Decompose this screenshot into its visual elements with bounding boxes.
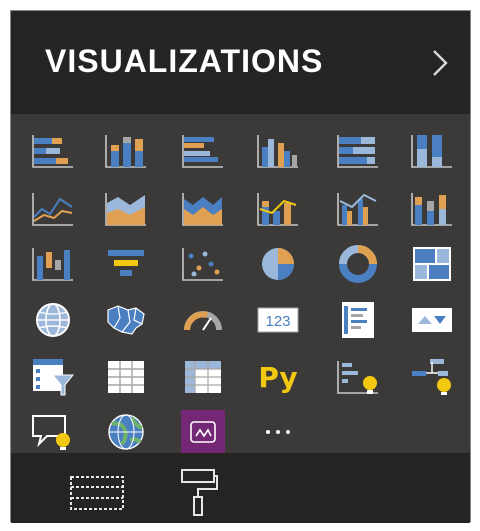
clustered-column-chart-icon[interactable]	[254, 129, 302, 173]
funnel-icon[interactable]	[102, 242, 150, 286]
card-icon[interactable]: 123	[254, 298, 302, 342]
map-icon[interactable]	[29, 298, 77, 342]
stacked-bar-chart-icon[interactable]	[29, 129, 77, 173]
arcgis-map-icon[interactable]	[102, 410, 150, 454]
table-icon[interactable]	[102, 355, 150, 399]
gauge-icon[interactable]	[179, 298, 227, 342]
chevron-right-icon[interactable]	[426, 45, 454, 81]
slicer-icon[interactable]	[29, 355, 77, 399]
pane-header: VISUALIZATIONS	[11, 11, 470, 113]
python-visual-icon[interactable]: Py	[254, 355, 302, 399]
donut-chart-icon[interactable]	[334, 242, 382, 286]
visual-gallery: 123 Py	[11, 114, 470, 454]
pie-chart-icon[interactable]	[254, 242, 302, 286]
matrix-icon[interactable]	[179, 355, 227, 399]
line-and-stacked-column-chart-icon[interactable]	[254, 187, 302, 231]
svg-text:123: 123	[265, 313, 290, 330]
scatter-chart-icon[interactable]	[179, 242, 227, 286]
clustered-bar-chart-icon[interactable]	[179, 129, 227, 173]
100-percent-stacked-column-chart-icon[interactable]	[408, 129, 456, 173]
kpi-icon[interactable]	[408, 298, 456, 342]
line-chart-icon[interactable]	[29, 187, 77, 231]
filled-map-icon[interactable]	[102, 298, 150, 342]
area-chart-icon[interactable]	[102, 187, 150, 231]
more-visuals-icon[interactable]	[254, 410, 302, 454]
fields-tab-icon[interactable]	[69, 473, 125, 513]
visualizations-pane: VISUALIZATIONS 123 Py	[10, 10, 471, 523]
100-percent-stacked-bar-chart-icon[interactable]	[334, 129, 382, 173]
key-influencers-icon[interactable]	[334, 355, 382, 399]
pane-tools	[11, 453, 470, 523]
waterfall-chart-icon[interactable]	[29, 242, 77, 286]
power-apps-icon[interactable]	[179, 410, 227, 454]
decomposition-tree-icon[interactable]	[408, 355, 456, 399]
svg-text:Py: Py	[258, 361, 297, 394]
line-and-clustered-column-chart-icon[interactable]	[334, 187, 382, 231]
multi-row-card-icon[interactable]	[334, 298, 382, 342]
stacked-area-chart-icon[interactable]	[179, 187, 227, 231]
stacked-column-chart-icon[interactable]	[102, 129, 150, 173]
pane-title: VISUALIZATIONS	[45, 43, 324, 79]
qa-icon[interactable]	[29, 410, 77, 454]
format-paint-roller-icon[interactable]	[179, 467, 219, 519]
treemap-icon[interactable]	[408, 242, 456, 286]
ribbon-chart-icon[interactable]	[408, 187, 456, 231]
